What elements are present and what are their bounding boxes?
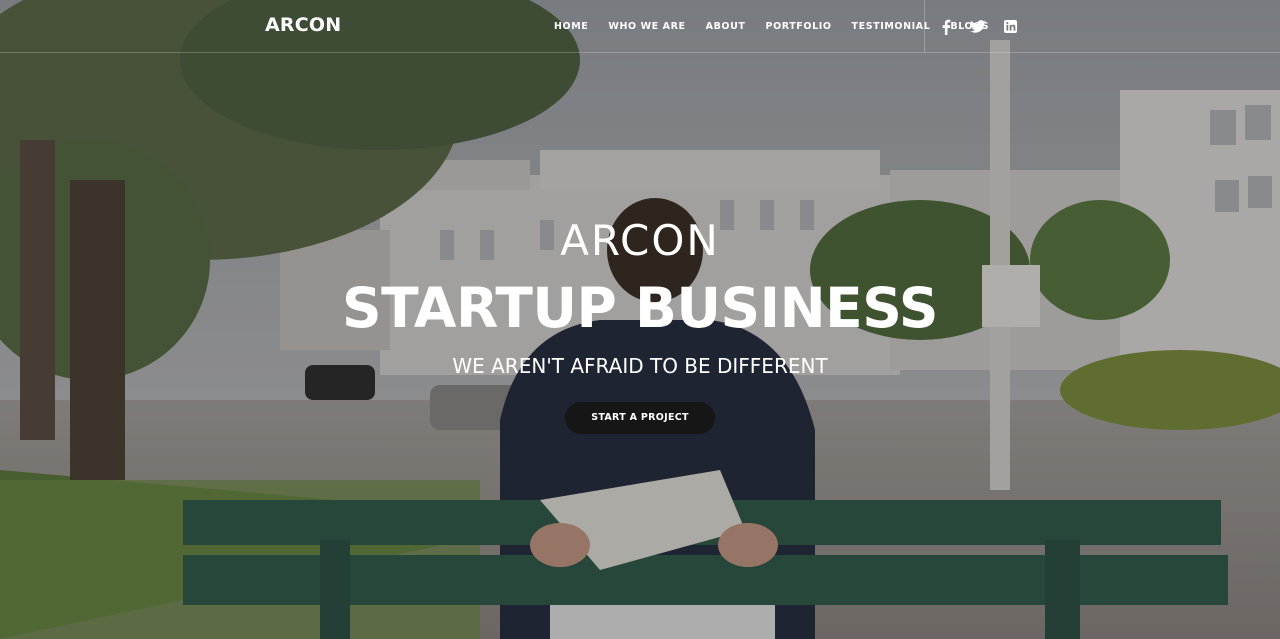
nav-item-home[interactable]: HOME	[544, 21, 598, 32]
hero-brand: ARCON	[560, 216, 720, 265]
facebook-icon[interactable]	[937, 18, 955, 36]
twitter-icon[interactable]	[969, 18, 987, 36]
hero-tagline: WE AREN'T AFRAID TO BE DIFFERENT	[452, 354, 828, 378]
linkedin-icon[interactable]	[1001, 18, 1019, 36]
hero-content: ARCON STARTUP BUSINESS WE AREN'T AFRAID …	[0, 215, 1280, 434]
social-links	[937, 0, 1019, 53]
main-nav: HOME WHO WE ARE ABOUT PORTFOLIO TESTIMON…	[544, 0, 999, 53]
start-project-button[interactable]: START A PROJECT	[565, 402, 715, 434]
site-logo[interactable]: ARCON	[265, 14, 341, 36]
nav-item-who-we-are[interactable]: WHO WE ARE	[598, 21, 695, 32]
hero-section: ARCON HOME WHO WE ARE ABOUT PORTFOLIO TE…	[0, 0, 1280, 639]
nav-divider	[924, 0, 925, 53]
nav-item-portfolio[interactable]: PORTFOLIO	[756, 21, 842, 32]
nav-item-about[interactable]: ABOUT	[696, 21, 756, 32]
nav-item-testimonial[interactable]: TESTIMONIAL	[842, 21, 941, 32]
site-header: ARCON HOME WHO WE ARE ABOUT PORTFOLIO TE…	[0, 0, 1280, 53]
hero-title: STARTUP BUSINESS	[342, 276, 938, 340]
